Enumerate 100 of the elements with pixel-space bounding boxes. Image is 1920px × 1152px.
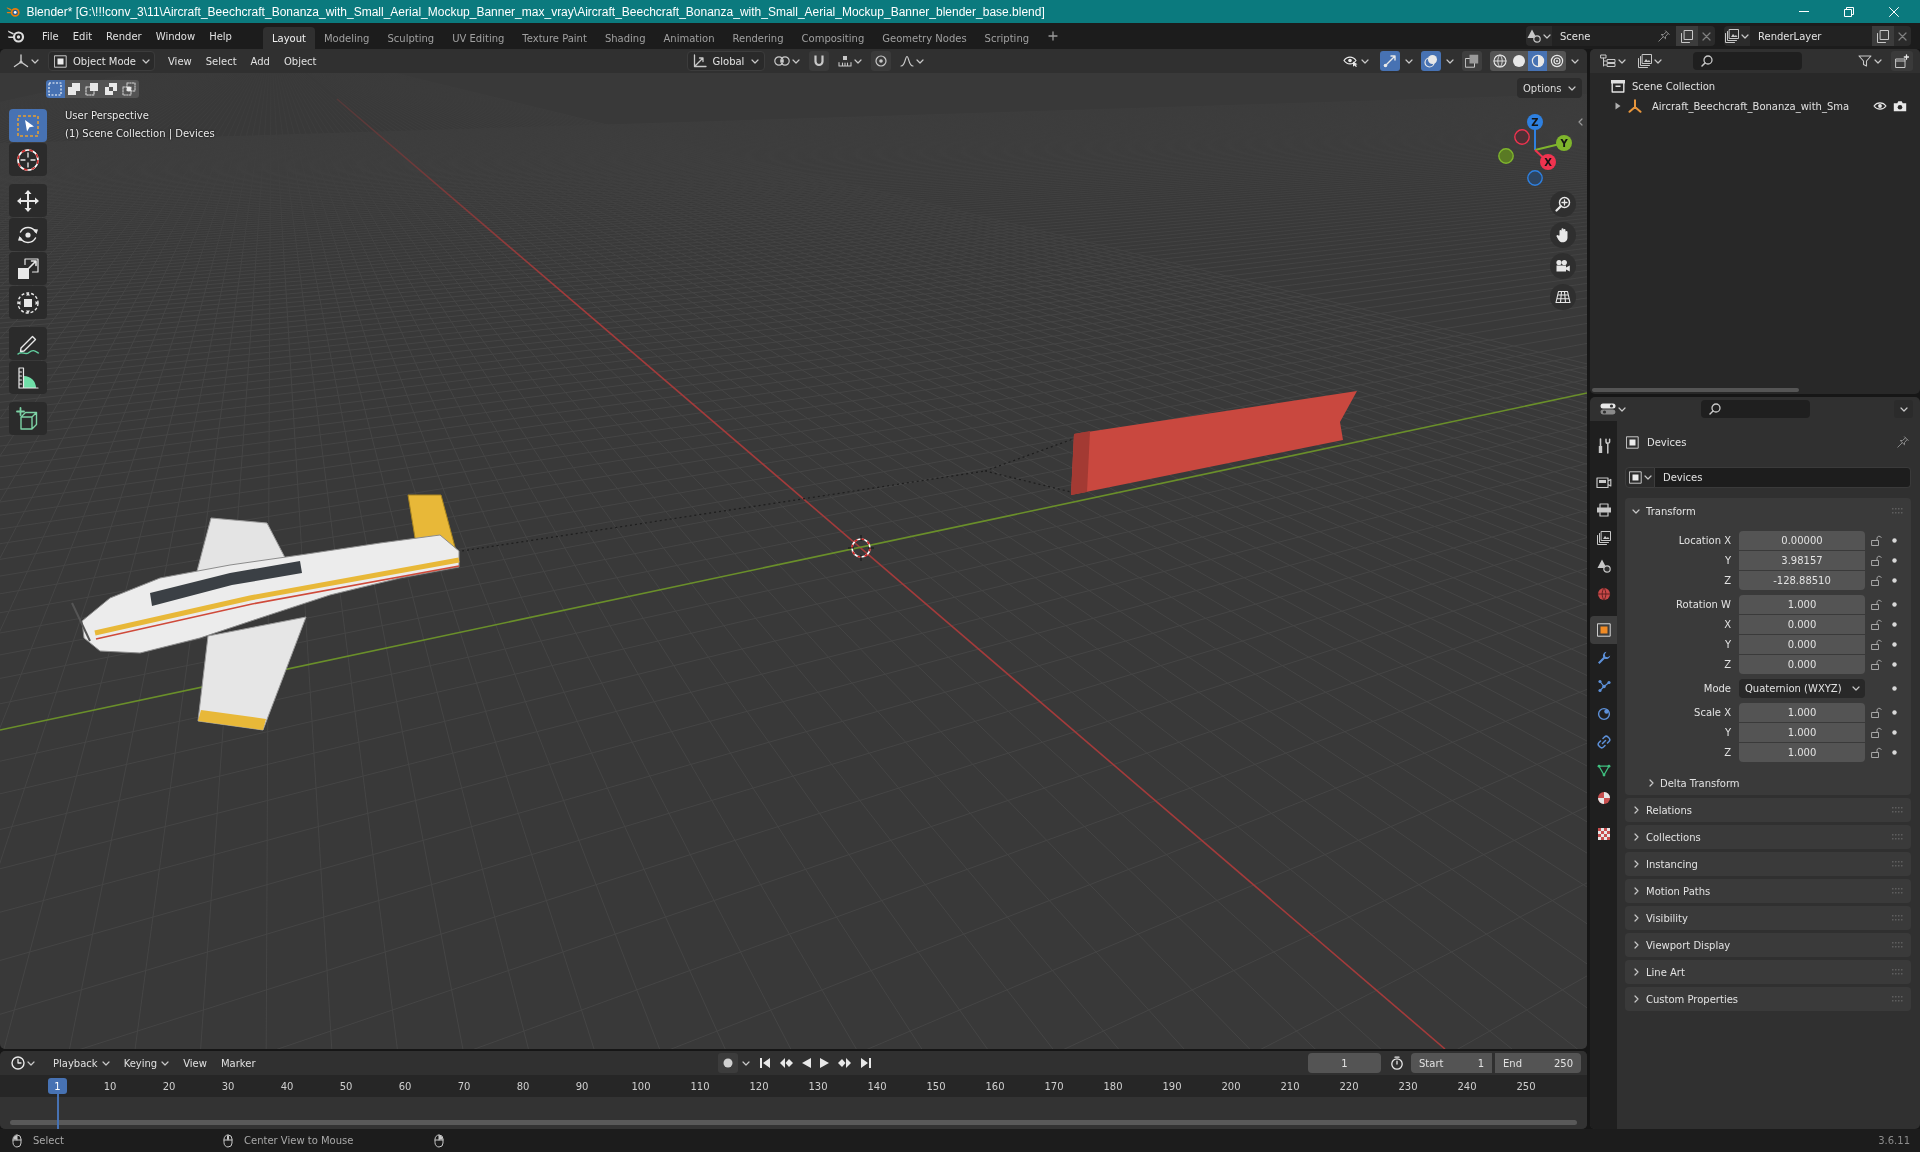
scrollbar[interactable] bbox=[10, 1120, 1577, 1125]
menu-item[interactable]: Help bbox=[202, 26, 239, 46]
number-field[interactable]: 3.98157 bbox=[1739, 551, 1865, 570]
keyframe-dot-icon[interactable] bbox=[1891, 710, 1897, 715]
axis-handle[interactable]: Z bbox=[1527, 114, 1543, 151]
negative-axis-handle[interactable] bbox=[1527, 170, 1543, 186]
scrollbar[interactable] bbox=[1592, 388, 1799, 392]
workspace-tab[interactable]: Geometry Nodes bbox=[873, 27, 976, 49]
remove-scene-button[interactable] bbox=[1698, 26, 1715, 46]
number-field[interactable]: 0.000 bbox=[1739, 615, 1865, 634]
blender-logo-icon[interactable] bbox=[7, 29, 25, 43]
panel-header[interactable]: Relations bbox=[1625, 798, 1911, 822]
tool-button[interactable] bbox=[9, 361, 47, 394]
keyframe-dot-icon[interactable] bbox=[1891, 686, 1897, 691]
playhead-line[interactable] bbox=[56, 1094, 59, 1129]
panel-header[interactable]: Viewport Display bbox=[1625, 933, 1911, 957]
padlock-icon[interactable] bbox=[1871, 599, 1882, 610]
keyframe-dot-icon[interactable] bbox=[1891, 622, 1897, 627]
menu-item[interactable]: Playback bbox=[46, 1053, 117, 1073]
keyframe-dot-icon[interactable] bbox=[1891, 602, 1897, 607]
caret-icon[interactable] bbox=[1405, 58, 1413, 64]
proportional-edit-toggle[interactable] bbox=[870, 51, 891, 71]
padlock-icon[interactable] bbox=[1871, 707, 1882, 718]
workspace-tab[interactable]: Compositing bbox=[792, 27, 874, 49]
number-field[interactable]: 1.000 bbox=[1739, 703, 1865, 722]
panel-header[interactable]: Instancing bbox=[1625, 852, 1911, 876]
gizmo-toggle[interactable] bbox=[1380, 51, 1400, 71]
end-frame-field[interactable]: End 250 bbox=[1495, 1053, 1581, 1073]
pin-icon[interactable] bbox=[1658, 30, 1670, 42]
shading-mode-button[interactable] bbox=[1509, 51, 1528, 71]
playhead[interactable]: 1 bbox=[48, 1078, 67, 1094]
snap-toggle[interactable] bbox=[808, 51, 829, 71]
scene-selector-button[interactable] bbox=[1526, 26, 1552, 46]
caret-icon[interactable] bbox=[742, 1060, 750, 1066]
padlock-icon[interactable] bbox=[1871, 727, 1882, 738]
plus-icon[interactable] bbox=[1048, 31, 1059, 41]
workspace-tab[interactable]: Scripting bbox=[975, 27, 1039, 49]
subpanel-header[interactable]: Delta Transform bbox=[1625, 772, 1911, 794]
view-layer-selector-button[interactable] bbox=[1724, 26, 1750, 46]
menu-item[interactable]: Object bbox=[276, 51, 324, 71]
workspace-tab[interactable]: Animation bbox=[654, 27, 724, 49]
workspace-tab[interactable]: Texture Paint bbox=[513, 27, 596, 49]
workspace-tab[interactable]: Shading bbox=[595, 27, 655, 49]
shading-mode-button[interactable] bbox=[1490, 51, 1509, 71]
workspace-tab[interactable]: Sculpting bbox=[378, 27, 444, 49]
selection-mode-button[interactable] bbox=[120, 80, 139, 98]
auto-keying-toggle[interactable] bbox=[718, 1053, 738, 1073]
padlock-icon[interactable] bbox=[1871, 575, 1882, 586]
number-field[interactable]: 0.000 bbox=[1739, 635, 1865, 654]
play-reverse-icon[interactable] bbox=[802, 1058, 811, 1068]
camera-icon[interactable] bbox=[1893, 100, 1907, 112]
options-dropdown[interactable]: Options bbox=[1517, 78, 1582, 98]
tool-button[interactable] bbox=[9, 184, 47, 217]
mode-dropdown[interactable]: Object Mode bbox=[48, 51, 155, 71]
tool-button[interactable] bbox=[9, 252, 47, 285]
view-layer-name-field[interactable]: RenderLayer bbox=[1750, 26, 1872, 46]
panel-header[interactable]: Transform bbox=[1625, 498, 1911, 524]
number-field[interactable]: -128.88510 bbox=[1739, 571, 1865, 590]
remove-view-layer-button[interactable] bbox=[1894, 26, 1911, 46]
number-field[interactable]: 0.00000 bbox=[1739, 531, 1865, 550]
object-browse-button[interactable] bbox=[1625, 467, 1655, 488]
tool-button[interactable] bbox=[9, 327, 47, 360]
menu-item[interactable]: Add bbox=[243, 51, 277, 71]
scene-name-field[interactable]: Scene bbox=[1552, 26, 1676, 46]
new-view-layer-button[interactable] bbox=[1872, 26, 1894, 46]
workspace-tab[interactable]: Rendering bbox=[723, 27, 793, 49]
tool-button[interactable] bbox=[9, 402, 47, 435]
jump-start-icon[interactable] bbox=[760, 1058, 770, 1068]
selection-mode-button[interactable] bbox=[46, 80, 65, 98]
jump-end-icon[interactable] bbox=[861, 1058, 871, 1068]
disclosure-triangle-icon[interactable] bbox=[1615, 102, 1621, 110]
number-field[interactable]: 1.000 bbox=[1739, 595, 1865, 614]
orientation-dropdown[interactable]: Global bbox=[686, 51, 765, 71]
options-dropdown[interactable] bbox=[1894, 400, 1913, 418]
number-field[interactable]: 0.000 bbox=[1739, 655, 1865, 674]
perspective-toggle-button[interactable] bbox=[1550, 284, 1576, 310]
outliner-item[interactable]: Scene Collection bbox=[1632, 80, 1716, 92]
new-collection-button[interactable] bbox=[1891, 51, 1913, 71]
search-field[interactable] bbox=[1701, 400, 1810, 418]
previous-keyframe-icon[interactable] bbox=[779, 1058, 793, 1068]
caret-icon[interactable] bbox=[1446, 58, 1454, 64]
workspace-tab[interactable]: Modeling bbox=[314, 27, 379, 49]
overlays-toggle[interactable] bbox=[1421, 51, 1441, 71]
keyframe-dot-icon[interactable] bbox=[1891, 642, 1897, 647]
menu-item[interactable]: Marker bbox=[213, 1053, 263, 1073]
keyframe-dot-icon[interactable] bbox=[1891, 662, 1897, 667]
tool-button[interactable] bbox=[9, 218, 47, 251]
eye-icon[interactable] bbox=[1873, 101, 1887, 111]
caret-icon[interactable] bbox=[1571, 58, 1579, 64]
shading-mode-button[interactable] bbox=[1547, 51, 1566, 71]
menu-item[interactable]: Edit bbox=[65, 26, 100, 46]
negative-axis-handle[interactable] bbox=[1498, 148, 1514, 164]
object-name-field[interactable]: Devices bbox=[1655, 467, 1911, 488]
menu-item[interactable]: Window bbox=[148, 26, 203, 46]
menu-item[interactable]: Select bbox=[198, 51, 244, 71]
keyframe-dot-icon[interactable] bbox=[1891, 538, 1897, 543]
search-field[interactable] bbox=[1693, 52, 1802, 70]
padlock-icon[interactable] bbox=[1871, 619, 1882, 630]
keyframe-dot-icon[interactable] bbox=[1891, 558, 1897, 563]
menu-item[interactable]: File bbox=[35, 26, 66, 46]
